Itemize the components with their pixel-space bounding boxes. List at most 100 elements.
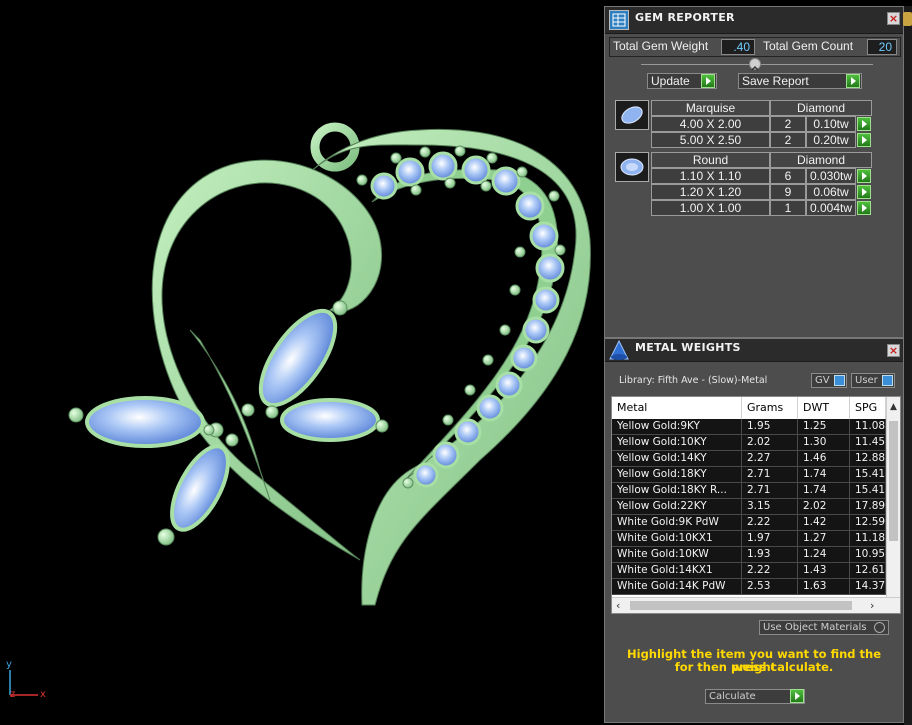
gem-size[interactable]: 1.00 X 1.00 — [651, 200, 770, 216]
user-button[interactable]: User — [851, 373, 895, 388]
scroll-right-icon[interactable]: › — [870, 599, 874, 612]
update-button-label: Update — [651, 74, 690, 88]
dwt-value: 1.42 — [798, 515, 850, 530]
round-shape-header: Round — [651, 152, 770, 168]
grams-value: 1.95 — [742, 419, 798, 434]
metal-row[interactable]: White Gold:14K PdW 2.53 1.63 14.37 — [612, 579, 886, 595]
metal-name: Yellow Gold:18KY — [612, 467, 742, 482]
3d-viewport[interactable]: y z x — [0, 0, 604, 725]
marquise-gem-icon[interactable] — [615, 100, 649, 130]
column-header-metal[interactable]: Metal — [612, 397, 742, 419]
calculate-go-icon[interactable] — [790, 689, 804, 703]
collapse-icon[interactable] — [749, 58, 761, 71]
update-go-icon[interactable] — [701, 74, 715, 88]
dwt-value: 1.74 — [798, 467, 850, 482]
save-report-go-icon[interactable] — [846, 74, 860, 88]
scroll-thumb[interactable] — [889, 421, 898, 541]
column-header-grams[interactable]: Grams — [742, 397, 798, 419]
gem-count: 2 — [770, 116, 806, 132]
metal-row[interactable]: Yellow Gold:22KY 3.15 2.02 17.89 — [612, 499, 886, 515]
gem-count: 1 — [770, 200, 806, 216]
instruction-line-2: for then press calculate. — [674, 660, 834, 674]
gv-button-label: GV — [815, 375, 830, 386]
column-header-spg[interactable]: SPG — [850, 397, 886, 419]
metal-row[interactable]: Yellow Gold:9KY 1.95 1.25 11.08 — [612, 419, 886, 435]
gem-weight: 0.004tw — [806, 200, 856, 216]
metal-row[interactable]: Yellow Gold:18KY R... 2.71 1.74 15.41 — [612, 483, 886, 499]
select-row-icon[interactable] — [857, 169, 871, 183]
grams-value: 2.22 — [742, 563, 798, 578]
metal-name: Yellow Gold:18KY R... — [612, 483, 742, 498]
metal-row[interactable]: Yellow Gold:18KY 2.71 1.74 15.41 — [612, 467, 886, 483]
gem-weight: 0.030tw — [806, 168, 856, 184]
close-icon[interactable]: × — [887, 12, 900, 25]
gem-reporter-panel: GEM REPORTER × Total Gem Weight .40 Tota… — [604, 6, 904, 338]
metal-name: White Gold:9K PdW — [612, 515, 742, 530]
horizontal-scrollbar[interactable]: ‹ › — [612, 597, 900, 613]
metal-weights-titlebar[interactable]: METAL WEIGHTS × — [605, 339, 903, 362]
metal-name: Yellow Gold:14KY — [612, 451, 742, 466]
grams-value: 2.71 — [742, 467, 798, 482]
gem-size[interactable]: 5.00 X 2.50 — [651, 132, 770, 148]
save-report-button-label: Save Report — [742, 74, 809, 88]
spg-value: 10.95 — [850, 547, 886, 562]
metal-row[interactable]: White Gold:14KX1 2.22 1.43 12.61 — [612, 563, 886, 579]
pendant-model: y z x — [6, 122, 591, 700]
grams-value: 2.71 — [742, 483, 798, 498]
dwt-value: 1.27 — [798, 531, 850, 546]
metal-name: Yellow Gold:9KY — [612, 419, 742, 434]
metal-name: White Gold:10KW — [612, 547, 742, 562]
spg-value: 14.37 — [850, 579, 886, 594]
metal-row[interactable]: Yellow Gold:10KY 2.02 1.30 11.45 — [612, 435, 886, 451]
gem-size[interactable]: 4.00 X 2.00 — [651, 116, 770, 132]
gem-weight: 0.10tw — [806, 116, 856, 132]
close-icon[interactable]: × — [887, 344, 900, 357]
user-button-label: User — [855, 375, 878, 386]
marquise-material-header: Diamond — [770, 100, 872, 116]
column-header-dwt[interactable]: DWT — [798, 397, 850, 419]
scroll-up-icon[interactable]: ▲ — [890, 402, 897, 412]
metal-row[interactable]: Yellow Gold:14KY 2.27 1.46 12.88 — [612, 451, 886, 467]
select-row-icon[interactable] — [857, 201, 871, 215]
gem-count: 6 — [770, 168, 806, 184]
gv-button[interactable]: GV — [811, 373, 847, 388]
total-gem-count-value: 20 — [867, 39, 897, 55]
dwt-value: 1.25 — [798, 419, 850, 434]
marquise-gems — [85, 308, 380, 532]
total-gem-count-label: Total Gem Count — [763, 39, 854, 53]
gem-size[interactable]: 1.20 X 1.20 — [651, 184, 770, 200]
axis-label-z: z — [10, 689, 15, 700]
gem-reporter-titlebar[interactable]: GEM REPORTER × — [605, 7, 903, 34]
total-gem-weight-label: Total Gem Weight — [613, 39, 709, 53]
metal-row[interactable]: White Gold:10KW 1.93 1.24 10.95 — [612, 547, 886, 563]
select-row-icon[interactable] — [857, 133, 871, 147]
metal-table[interactable]: Metal Grams DWT SPG Yellow Gold:9KY 1.95 1… — [611, 396, 901, 614]
scroll-hthumb[interactable] — [630, 601, 852, 610]
gem-count: 9 — [770, 184, 806, 200]
spg-value: 12.88 — [850, 451, 886, 466]
grams-value: 3.15 — [742, 499, 798, 514]
scroll-left-icon[interactable]: ‹ — [616, 599, 620, 612]
gem-size[interactable]: 1.10 X 1.10 — [651, 168, 770, 184]
round-gem-icon[interactable] — [615, 152, 649, 182]
metal-name: White Gold:14KX1 — [612, 563, 742, 578]
gem-reporter-icon — [609, 10, 629, 30]
vertical-scrollbar[interactable]: ▲ — [886, 397, 900, 597]
info-icon — [882, 375, 893, 386]
metal-name: White Gold:14K PdW — [612, 579, 742, 594]
metal-row[interactable]: White Gold:10KX1 1.97 1.27 11.18 — [612, 531, 886, 547]
metal-row[interactable]: White Gold:9K PdW 2.22 1.42 12.59 — [612, 515, 886, 531]
select-row-icon[interactable] — [857, 185, 871, 199]
save-report-button[interactable]: Save Report — [738, 73, 862, 89]
pin-icon[interactable] — [903, 12, 912, 26]
metal-name: White Gold:10KX1 — [612, 531, 742, 546]
select-row-icon[interactable] — [857, 117, 871, 131]
dwt-value: 2.02 — [798, 499, 850, 514]
marquise-shape-header: Marquise — [651, 100, 770, 116]
metal-weights-title: METAL WEIGHTS — [635, 341, 741, 354]
metal-weights-icon — [607, 339, 631, 361]
spg-value: 11.18 — [850, 531, 886, 546]
grams-value: 2.53 — [742, 579, 798, 594]
use-object-materials-button[interactable]: Use Object Materials — [759, 620, 889, 635]
metal-name: Yellow Gold:10KY — [612, 435, 742, 450]
